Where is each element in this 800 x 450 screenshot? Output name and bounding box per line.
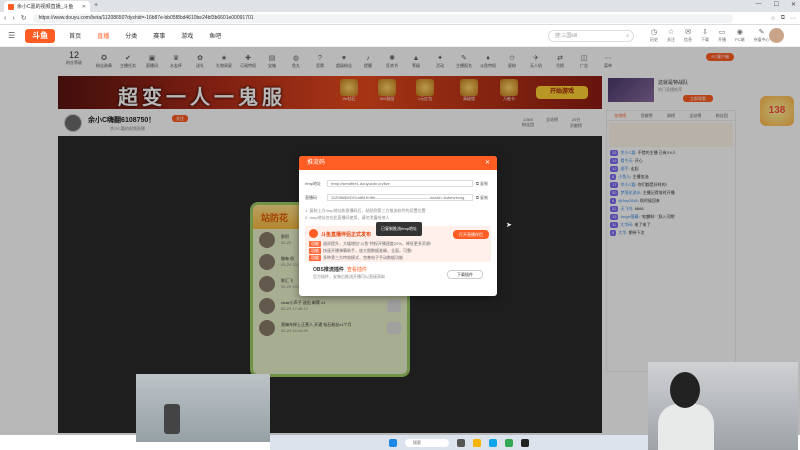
taskbar-search[interactable]: 搜索 [405, 438, 449, 447]
obs-plugin-title: OBS推流插件 查看插件 [313, 267, 367, 273]
tab-title: 余小C嘉的视频直播_斗鱼 [17, 4, 74, 10]
more-icon[interactable]: ⋯ [790, 15, 796, 22]
companion-icon [309, 229, 318, 238]
search-input[interactable]: 搜:三国kill ⌕ [548, 30, 634, 42]
recharge-icon: ✎ [758, 29, 765, 36]
nav-events[interactable]: 赛事 [153, 31, 165, 40]
nav-games[interactable]: 游戏 [181, 31, 193, 40]
nav-home[interactable]: 首页 [69, 31, 81, 40]
user-avatar[interactable] [769, 28, 784, 43]
dialog-title: 推流码 [307, 160, 326, 166]
person-body [658, 404, 714, 450]
douyu-logo[interactable]: 斗鱼 [25, 28, 56, 43]
chrome-icon[interactable] [505, 438, 513, 447]
pc-client-label: PC端 [735, 37, 745, 42]
minimize-button[interactable]: — [756, 1, 762, 8]
stream-key-label: 直播码 [305, 194, 317, 200]
main-nav: 首页 直播 分类 赛事 游戏 鱼吧 [69, 31, 221, 40]
nav-live[interactable]: 直播 [97, 31, 109, 40]
feature-line: 功能 快速开播弹幕助手，放大图数据准确，全面，可靠! [309, 248, 413, 254]
history-label: 历史 [650, 37, 658, 42]
refresh-icon[interactable]: ↻ [21, 14, 27, 22]
star-outline-icon: ☆ [667, 29, 675, 36]
os-taskbar: 搜索 [270, 435, 648, 450]
download-label: 下载 [701, 37, 709, 42]
view-plugin-link[interactable]: 查看插件 [347, 267, 367, 273]
messages-button[interactable]: ✉ 信息 [684, 28, 692, 43]
history-icon: ◷ [650, 29, 658, 36]
edge-icon[interactable] [489, 438, 497, 447]
download-button[interactable]: ⇩ 下载 [701, 28, 709, 43]
rtmp-label: rtmp地址 [305, 180, 321, 186]
instruction-1: 1. 复制上方rtmp地址和直播码后，粘贴到第三方推流软件的设置位置 [305, 208, 426, 213]
windows-start-icon[interactable] [389, 438, 397, 447]
copied-toast: 已复制推流rtmp地址 [376, 222, 422, 236]
obs-plugin-desc: 官方插件，安装后推流开播可以直接获取 [313, 274, 385, 279]
maximize-button[interactable]: ☐ [774, 1, 779, 8]
instruction-2: 2. rtmp地址仅在此直播间使用，请勿泄露给他人 [305, 215, 390, 220]
feature-line: 功能 多种第三方特效模式，完善电子手动数据功能 [309, 255, 403, 261]
nav-yuba[interactable]: 鱼吧 [209, 31, 221, 40]
back-icon[interactable]: ‹ [4, 15, 6, 22]
nav-category[interactable]: 分类 [125, 31, 137, 40]
recharge-label: 充值中心 [753, 37, 770, 42]
download-icon: ⇩ [702, 29, 708, 36]
app-icon[interactable] [521, 438, 529, 447]
douyu-favicon-icon [8, 3, 14, 10]
rtmp-field-row: rtmp地址 rtmp://sendfire1.douyucdn.cn/live… [305, 180, 488, 187]
menu-icon[interactable]: ☰ [8, 31, 15, 40]
copy-stream-key-button[interactable]: ⧉ 复制 [476, 195, 488, 201]
tab-close-icon[interactable]: ✕ [82, 4, 86, 10]
follow-label: 关注 [667, 37, 675, 42]
header-icons: ◷ 历史 ☆ 关注 ✉ 信息 ⇩ 下载 ▭ 开播 ◉ PC端 ✎ 充值中心 [650, 28, 770, 43]
close-icon[interactable]: ✕ [485, 156, 490, 170]
stream-key-row: 直播码 11208650rDGUdB1Kr9th----------------… [305, 194, 488, 201]
copy-rtmp-button[interactable]: ⧉ 复制 [476, 181, 488, 187]
broadcast-icon: ▭ [718, 29, 726, 36]
mail-icon: ✉ [685, 29, 691, 36]
messages-label: 信息 [684, 37, 692, 42]
chair-shape [164, 404, 180, 434]
star-icon[interactable]: ☆ [770, 15, 775, 22]
rtmp-address-field[interactable]: rtmp://sendfire1.douyucdn.cn/live [327, 180, 473, 187]
client-icon: ◉ [736, 29, 743, 36]
recharge-button[interactable]: ✎ 充值中心 [754, 28, 770, 43]
follow-list-button[interactable]: ☆ 关注 [667, 28, 675, 43]
file-explorer-icon[interactable] [473, 438, 481, 447]
search-icon[interactable]: ⌕ [626, 31, 629, 41]
companion-title: 斗鱼直播伴侣正式发布 [321, 232, 372, 238]
extensions-icon[interactable]: ⧉ [781, 15, 785, 22]
address-bar: ‹ › ↻ https://www.douyu.com/beta/1120865… [0, 12, 800, 25]
go-live-button[interactable]: ▭ 开播 [718, 28, 726, 43]
person-head [670, 372, 700, 408]
download-plugin-button[interactable]: 下载插件 [447, 270, 483, 279]
stream-key-field[interactable]: 11208650rDGUdB1Kr9th--------------------… [327, 194, 473, 201]
webcam-right-feed [648, 362, 798, 450]
pc-client-button[interactable]: ◉ PC端 [735, 28, 745, 43]
mouse-cursor-icon: ➤ [506, 222, 512, 229]
search-placeholder: 搜:三国kill [555, 33, 578, 39]
open-companion-button[interactable]: 打开直播伴侣 [453, 230, 489, 239]
go-live-label: 开播 [718, 37, 726, 42]
window-controls: — ☐ ✕ [756, 1, 796, 8]
close-window-button[interactable]: ✕ [791, 1, 796, 8]
forward-icon[interactable]: › [12, 15, 14, 22]
url-field[interactable]: https://www.douyu.com/beta/11208650?dysh… [32, 13, 733, 23]
browser-tab-bar: 余小C嘉的视频直播_斗鱼 ✕ + — ☐ ✕ [0, 0, 800, 12]
browser-tab[interactable]: 余小C嘉的视频直播_斗鱼 ✕ [4, 1, 90, 12]
feature-line: 功能 画质提升，大幅增加"斗鱼"特权开播速度20%，降低更多资源! [309, 241, 431, 247]
task-view-icon[interactable] [457, 438, 465, 447]
site-header: ☰ 斗鱼 首页 直播 分类 赛事 游戏 鱼吧 搜:三国kill ⌕ ◷ 历史 ☆ 关… [0, 25, 800, 47]
history-button[interactable]: ◷ 历史 [650, 28, 658, 43]
dialog-header: 推流码 ✕ [299, 156, 497, 170]
webcam-left-feed [136, 374, 270, 442]
new-tab-icon[interactable]: + [94, 2, 98, 9]
